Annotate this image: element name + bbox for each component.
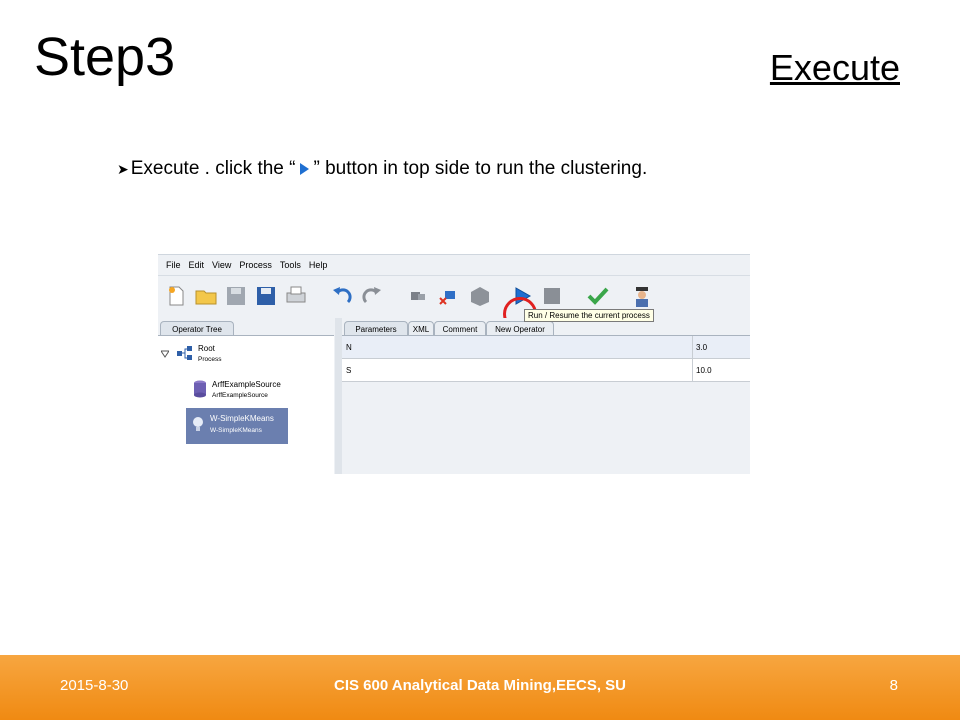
menu-file[interactable]: File — [158, 260, 185, 270]
database-icon — [194, 380, 206, 398]
bullet-text-before: Execute . click the “ — [130, 158, 296, 179]
tree-arff-label: ArffExampleSource — [212, 380, 281, 389]
param-value[interactable]: 3.0 — [696, 343, 707, 352]
param-row[interactable]: S 10.0 — [342, 359, 750, 382]
print-icon[interactable] — [284, 284, 308, 308]
app-screenshot: File Edit View Process Tools Help Run / … — [158, 254, 750, 474]
param-empty-area — [342, 382, 750, 474]
slide-subtitle: Execute — [769, 47, 900, 88]
page-number: 8 — [889, 677, 898, 694]
save-icon[interactable] — [224, 284, 248, 308]
menu-help[interactable]: Help — [305, 260, 332, 270]
instruction-bullet: ➤ Execute . click the “ ” button in top … — [117, 158, 647, 180]
arrow-bullet-icon: ➤ — [117, 160, 129, 177]
redo-icon[interactable] — [360, 284, 384, 308]
tree-node-arff[interactable]: ArffExampleSource ArffExampleSource — [212, 380, 281, 399]
process-root-icon — [177, 346, 192, 360]
delete-operator-icon[interactable] — [436, 284, 460, 308]
param-value[interactable]: 10.0 — [696, 366, 712, 375]
tree-node-kmeans[interactable]: W-SimpleKMeans W-SimpleKMeans — [186, 408, 288, 444]
tree-kmeans-text: W-SimpleKMeans W-SimpleKMeans — [210, 414, 274, 434]
menu-process[interactable]: Process — [235, 260, 276, 270]
tree-kmeans-sub: W-SimpleKMeans — [210, 427, 262, 434]
tree-expand-icon[interactable] — [161, 350, 169, 358]
menu-edit[interactable]: Edit — [185, 260, 209, 270]
wizard-icon[interactable] — [630, 284, 654, 308]
menu-view[interactable]: View — [208, 260, 235, 270]
inline-run-icon — [300, 163, 310, 175]
stop-icon[interactable] — [540, 284, 564, 308]
param-separator — [692, 359, 693, 381]
validate-check-icon[interactable] — [586, 284, 610, 308]
bullet-text-after: ” button in top side to run the clusteri… — [313, 158, 648, 179]
operator-tree-panel: Operator Tree Root Process ArffExampleSo… — [158, 318, 336, 474]
menu-tools[interactable]: Tools — [276, 260, 305, 270]
open-folder-icon[interactable] — [194, 284, 218, 308]
box-icon[interactable] — [468, 284, 492, 308]
tab-comment[interactable]: Comment — [434, 321, 486, 336]
tree-kmeans-label: W-SimpleKMeans — [210, 414, 274, 423]
slide-title: Step3 — [34, 27, 176, 87]
footer-bar: 2015-8-30 CIS 600 Analytical Data Mining… — [0, 655, 960, 720]
tab-new-operator[interactable]: New Operator — [486, 321, 554, 336]
parameters-panel: Parameters XML Comment New Operator N 3.… — [342, 318, 750, 474]
menu-bar: File Edit View Process Tools Help — [158, 255, 750, 276]
tree-root-sub: Process — [198, 356, 222, 363]
param-name: S — [346, 366, 352, 375]
param-name: N — [346, 343, 352, 352]
tab-operator-tree[interactable]: Operator Tree — [160, 321, 234, 336]
operator-icon[interactable] — [406, 284, 430, 308]
lightbulb-icon — [193, 417, 203, 431]
tree-node-root[interactable]: Root Process — [198, 344, 221, 363]
undo-icon[interactable] — [330, 284, 354, 308]
save-as-icon[interactable] — [254, 284, 278, 308]
param-row[interactable]: N 3.0 — [342, 336, 750, 359]
toolbar — [158, 276, 750, 331]
panel-divider[interactable] — [335, 318, 342, 474]
operator-tree: Root Process ArffExampleSource ArffExamp… — [158, 335, 334, 474]
run-tooltip: Run / Resume the current process — [524, 309, 654, 322]
tree-arff-sub: ArffExampleSource — [212, 392, 268, 399]
new-icon[interactable] — [164, 284, 188, 308]
tree-root-label: Root — [198, 344, 215, 353]
tab-parameters[interactable]: Parameters — [344, 321, 408, 336]
tab-xml[interactable]: XML — [408, 321, 434, 336]
parameters-table: N 3.0 S 10.0 — [342, 335, 750, 474]
param-separator — [692, 336, 693, 358]
footer-course: CIS 600 Analytical Data Mining,EECS, SU — [333, 677, 627, 694]
